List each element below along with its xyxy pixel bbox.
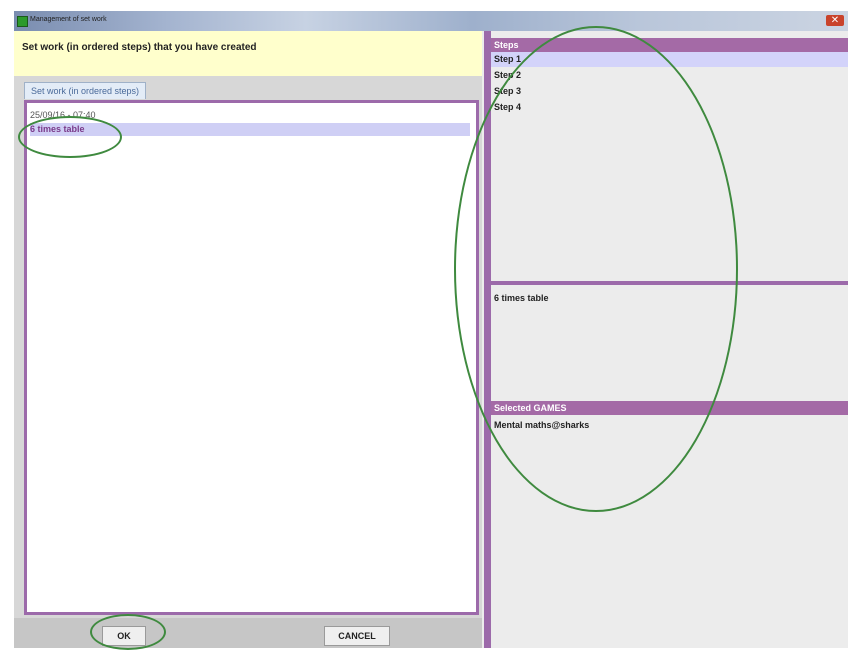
step-item-selected[interactable]: Step 1 xyxy=(491,52,848,67)
panel-divider[interactable] xyxy=(484,31,491,648)
list-item[interactable]: 25/09/16 - 07:40 xyxy=(30,109,470,122)
step-item[interactable]: Step 4 xyxy=(491,100,848,115)
details-panel: Steps Step 1 Step 2 Step 3 Step 4 6 time… xyxy=(491,31,848,648)
window-title: Management of set work xyxy=(30,16,107,23)
set-work-list: 25/09/16 - 07:40 6 times table xyxy=(24,100,479,615)
panel-header: Set work (in ordered steps) that you hav… xyxy=(14,31,482,76)
step-item[interactable]: Step 3 xyxy=(491,84,848,99)
games-header: Selected GAMES xyxy=(491,401,848,415)
step-description: 6 times table xyxy=(494,293,549,303)
close-icon[interactable]: ✕ xyxy=(826,15,844,26)
ok-button[interactable]: OK xyxy=(102,626,146,646)
title-bar[interactable]: Management of set work ✕ xyxy=(14,11,848,31)
button-bar: OK CANCEL xyxy=(14,618,482,648)
app-icon xyxy=(17,16,28,27)
set-work-panel: Set work (in ordered steps) that you hav… xyxy=(14,31,482,648)
step-item[interactable]: Step 2 xyxy=(491,68,848,83)
tab-set-work[interactable]: Set work (in ordered steps) xyxy=(24,82,147,99)
list-item-selected[interactable]: 6 times table xyxy=(30,123,470,136)
game-item[interactable]: Mental maths@sharks xyxy=(494,420,589,430)
section-divider[interactable] xyxy=(491,281,848,285)
app-window: Management of set work ✕ Set work (in or… xyxy=(14,11,848,648)
steps-header: Steps xyxy=(491,38,848,52)
cancel-button[interactable]: CANCEL xyxy=(324,626,390,646)
panel-header-text: Set work (in ordered steps) that you hav… xyxy=(22,42,257,53)
